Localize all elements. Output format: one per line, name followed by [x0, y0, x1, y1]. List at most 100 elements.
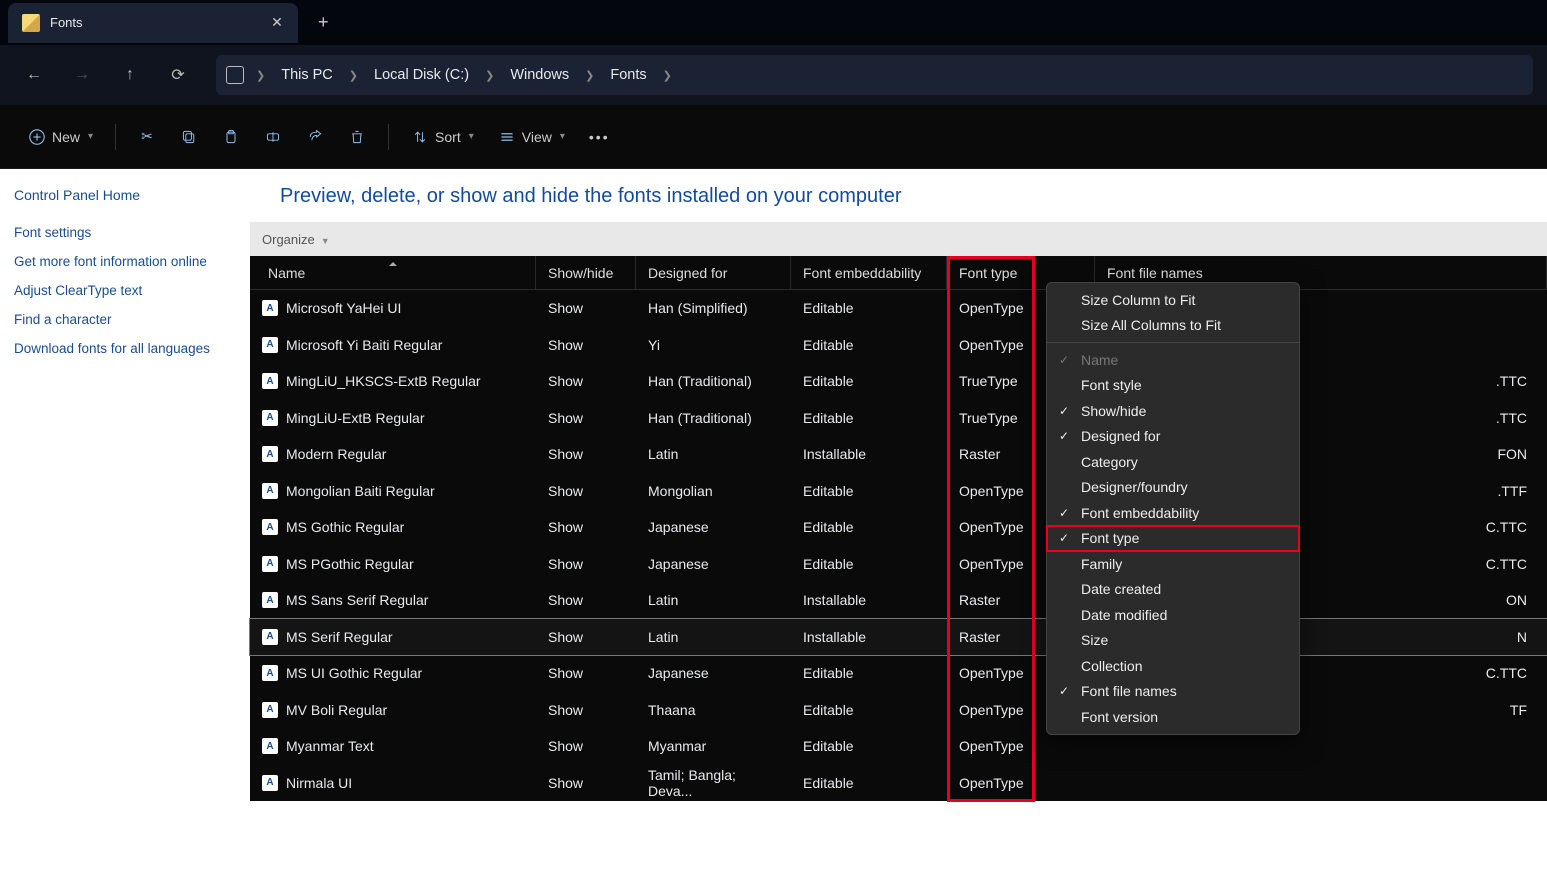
delete-button[interactable]	[338, 119, 376, 155]
ctx-toggle-column[interactable]: Category	[1047, 449, 1299, 475]
table-row[interactable]: AMS UI Gothic RegularShowJapaneseEditabl…	[250, 655, 1547, 692]
breadcrumb-item[interactable]: Fonts	[606, 67, 650, 83]
close-tab-button[interactable]: ✕	[270, 16, 284, 30]
back-button[interactable]: ←	[14, 55, 54, 95]
cell-embed: Editable	[791, 300, 947, 316]
sidebar-link-more-info[interactable]: Get more font information online	[14, 254, 236, 269]
table-row[interactable]: AModern RegularShowLatinInstallableRaste…	[250, 436, 1547, 473]
cell-embed: Editable	[791, 337, 947, 353]
cell-name: Microsoft YaHei UI	[286, 300, 401, 316]
ctx-toggle-column[interactable]: ✓Font embeddability	[1047, 500, 1299, 526]
cell-embed: Editable	[791, 738, 947, 754]
ctx-toggle-column[interactable]: Collection	[1047, 653, 1299, 679]
ctx-toggle-column[interactable]: ✓Designed for	[1047, 424, 1299, 450]
separator	[115, 124, 116, 150]
cell-designed: Tamil; Bangla; Deva...	[636, 767, 791, 799]
address-bar[interactable]: ❯ This PC ❯ Local Disk (C:) ❯ Windows ❯ …	[216, 55, 1533, 95]
chevron-right-icon[interactable]: ❯	[657, 69, 678, 82]
table-row[interactable]: AMS Sans Serif RegularShowLatinInstallab…	[250, 582, 1547, 619]
ctx-toggle-column[interactable]: ✓Font type	[1047, 526, 1299, 552]
copy-button[interactable]	[170, 119, 208, 155]
sidebar-home-link[interactable]: Control Panel Home	[14, 187, 236, 203]
rename-button[interactable]	[254, 119, 292, 155]
active-tab[interactable]: Fonts ✕	[8, 3, 298, 43]
ctx-toggle-column[interactable]: Date modified	[1047, 602, 1299, 628]
ctx-toggle-column[interactable]: Size	[1047, 628, 1299, 654]
ctx-size-all[interactable]: Size All Columns to Fit	[1047, 313, 1299, 339]
table-row[interactable]: AMS Gothic RegularShowJapaneseEditableOp…	[250, 509, 1547, 546]
ctx-toggle-column[interactable]: ✓Font file names	[1047, 679, 1299, 705]
ctx-toggle-column[interactable]: Family	[1047, 551, 1299, 577]
sidebar-link-find-char[interactable]: Find a character	[14, 312, 236, 327]
column-header-name[interactable]: Name	[250, 256, 536, 289]
column-header-designed[interactable]: Designed for	[636, 256, 791, 289]
column-header-embed[interactable]: Font embeddability	[791, 256, 947, 289]
chevron-right-icon[interactable]: ❯	[579, 69, 600, 82]
ctx-toggle-column[interactable]: ✓ Show/hide	[1047, 398, 1299, 424]
share-button[interactable]	[296, 119, 334, 155]
ctx-toggle-column[interactable]: ✓Name	[1047, 347, 1299, 373]
table-row[interactable]: AMS Serif RegularShowLatinInstallableRas…	[250, 619, 1547, 656]
breadcrumb-item[interactable]: This PC	[277, 67, 337, 83]
ctx-toggle-column[interactable]: Designer/foundry	[1047, 475, 1299, 501]
refresh-button[interactable]: ⟳	[158, 55, 198, 95]
table-row[interactable]: ANirmala UIShowTamil; Bangla; Deva...Edi…	[250, 765, 1547, 802]
cut-button[interactable]: ✂	[128, 119, 166, 155]
chevron-right-icon[interactable]: ❯	[343, 69, 364, 82]
cell-designed: Yi	[636, 337, 791, 353]
cell-name: MingLiU-ExtB Regular	[286, 410, 425, 426]
chevron-right-icon[interactable]: ❯	[250, 69, 271, 82]
table-row[interactable]: AMingLiU-ExtB RegularShowHan (Traditiona…	[250, 400, 1547, 437]
cell-show: Show	[536, 665, 636, 681]
cell-name: MS Serif Regular	[286, 629, 393, 645]
font-file-icon: A	[262, 337, 278, 353]
table-row[interactable]: AMicrosoft Yi Baiti RegularShowYiEditabl…	[250, 327, 1547, 364]
ctx-toggle-column[interactable]: Font version	[1047, 704, 1299, 730]
trash-icon	[348, 128, 366, 146]
cell-name: MingLiU_HKSCS-ExtB Regular	[286, 373, 481, 389]
cell-name: MS Sans Serif Regular	[286, 592, 428, 608]
up-button[interactable]: ↑	[110, 55, 150, 95]
cell-embed: Installable	[791, 592, 947, 608]
sort-button[interactable]: Sort ▾	[401, 119, 484, 155]
breadcrumb-item[interactable]: Local Disk (C:)	[370, 67, 473, 83]
check-icon: ✓	[1059, 404, 1069, 418]
breadcrumb-item[interactable]: Windows	[506, 67, 573, 83]
share-icon	[306, 128, 324, 146]
organize-button[interactable]: Organize▼	[262, 232, 330, 247]
ctx-item-label: Font embeddability	[1081, 505, 1199, 521]
column-header-show[interactable]: Show/hide	[536, 256, 636, 289]
view-button[interactable]: View ▾	[488, 119, 575, 155]
new-button[interactable]: New ▾	[18, 119, 103, 155]
sidebar-link-download[interactable]: Download fonts for all languages	[14, 341, 236, 356]
cell-name: MV Boli Regular	[286, 702, 387, 718]
sidebar-link-cleartype[interactable]: Adjust ClearType text	[14, 283, 236, 298]
paste-button[interactable]	[212, 119, 250, 155]
table-row[interactable]: AMicrosoft YaHei UIShowHan (Simplified)E…	[250, 290, 1547, 327]
ctx-toggle-column[interactable]: Font style	[1047, 373, 1299, 399]
table-row[interactable]: AMS PGothic RegularShowJapaneseEditableO…	[250, 546, 1547, 583]
pc-icon	[226, 66, 244, 84]
organize-bar: Organize▼	[250, 222, 1547, 256]
table-row[interactable]: AMingLiU_HKSCS-ExtB RegularShowHan (Trad…	[250, 363, 1547, 400]
ctx-item-label: Show/hide	[1081, 403, 1146, 419]
cell-embed: Editable	[791, 519, 947, 535]
forward-button[interactable]: →	[62, 55, 102, 95]
chevron-right-icon[interactable]: ❯	[479, 69, 500, 82]
navbar: ← → ↑ ⟳ ❯ This PC ❯ Local Disk (C:) ❯ Wi…	[0, 45, 1547, 105]
ctx-toggle-column[interactable]: Date created	[1047, 577, 1299, 603]
table-row[interactable]: AMyanmar TextShowMyanmarEditableOpenType	[250, 728, 1547, 765]
table-row[interactable]: AMongolian Baiti RegularShowMongolianEdi…	[250, 473, 1547, 510]
new-tab-button[interactable]: +	[318, 12, 329, 33]
ctx-size-column[interactable]: Size Column to Fit	[1047, 287, 1299, 313]
column-context-menu: Size Column to Fit Size All Columns to F…	[1046, 282, 1300, 735]
separator	[1047, 342, 1299, 343]
cell-designed: Han (Traditional)	[636, 410, 791, 426]
ctx-item-label: Family	[1081, 556, 1122, 572]
table-row[interactable]: AMV Boli RegularShowThaanaEditableOpenTy…	[250, 692, 1547, 729]
more-button[interactable]: •••	[579, 119, 620, 155]
sidebar-link-font-settings[interactable]: Font settings	[14, 225, 236, 240]
cell-show: Show	[536, 446, 636, 462]
table-body: AMicrosoft YaHei UIShowHan (Simplified)E…	[250, 290, 1547, 801]
sidebar: Control Panel Home Font settings Get mor…	[0, 169, 250, 879]
